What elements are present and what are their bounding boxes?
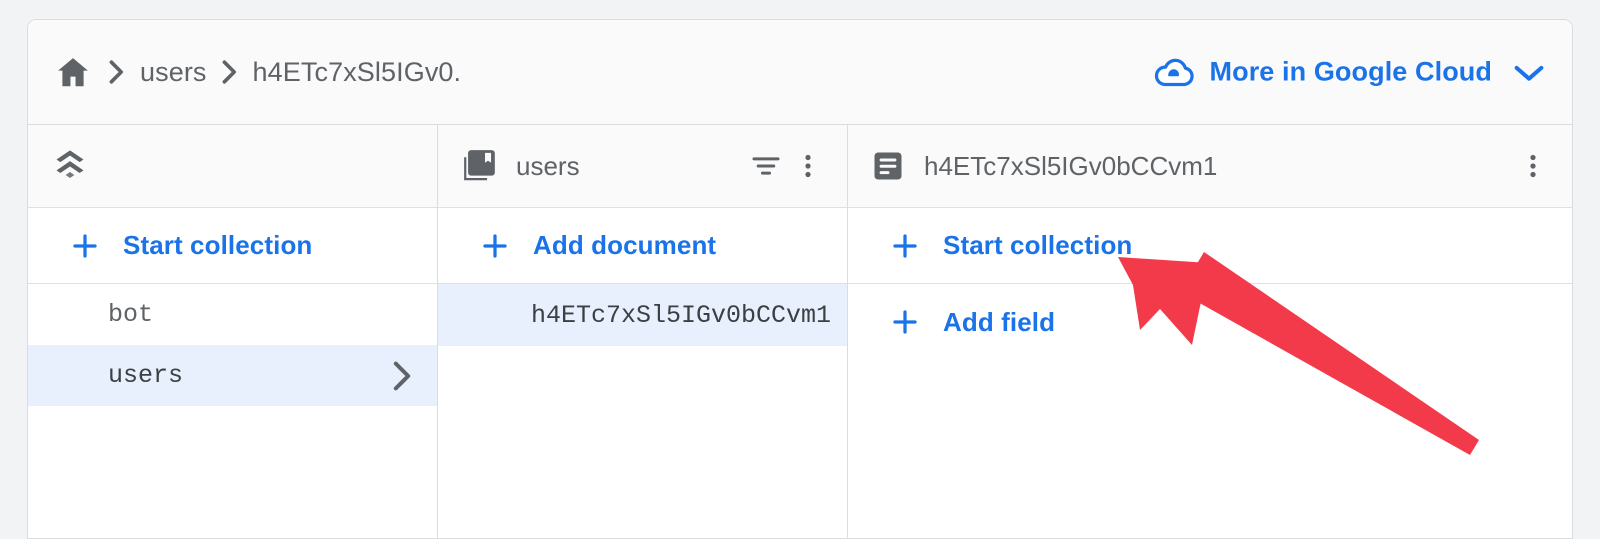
collections-bookmark-icon <box>460 147 498 185</box>
breadcrumb-item-document[interactable]: h4ETc7xSl5IGv0. <box>253 57 462 88</box>
filter-icon[interactable] <box>745 145 787 187</box>
document-icon <box>870 148 906 184</box>
start-collection-label: Start collection <box>123 230 313 260</box>
screenshot-stage: users h4ETc7xSl5IGv0. More in Google Clo… <box>0 0 1600 539</box>
more-in-google-cloud-label: More in Google Cloud <box>1209 56 1492 87</box>
cloud-icon <box>1154 57 1196 87</box>
breadcrumb-separator-1 <box>94 58 140 86</box>
plus-icon <box>890 307 920 337</box>
chevron-right-icon <box>389 359 415 393</box>
collection-column-header: users <box>438 125 847 208</box>
start-collection-button-root[interactable]: Start collection <box>28 208 437 284</box>
data-columns: Start collection bot users users Add doc… <box>28 125 1572 538</box>
list-item-document[interactable]: h4ETc7xSl5IGv0bCCvm1 <box>438 284 847 346</box>
chevron-down-icon[interactable] <box>1512 61 1546 83</box>
plus-icon <box>890 231 920 261</box>
plus-icon <box>70 231 100 261</box>
breadcrumb-bar: users h4ETc7xSl5IGv0. More in Google Clo… <box>28 20 1572 125</box>
collection-name: bot <box>108 300 154 329</box>
more-vert-icon-document[interactable] <box>1512 145 1554 187</box>
firestore-data-panel: users h4ETc7xSl5IGv0. More in Google Clo… <box>27 19 1573 539</box>
add-field-button[interactable]: Add field <box>848 284 1572 360</box>
add-document-button[interactable]: Add document <box>438 208 847 284</box>
firestore-database-icon <box>50 146 90 186</box>
breadcrumb: users h4ETc7xSl5IGv0. <box>52 51 461 93</box>
breadcrumb-item-users[interactable]: users <box>140 57 207 88</box>
more-vert-icon-collection[interactable] <box>787 145 829 187</box>
plus-icon <box>480 231 510 261</box>
start-collection-label: Start collection <box>943 230 1133 260</box>
list-item-bot[interactable]: bot <box>28 284 437 345</box>
document-column-header: h4ETc7xSl5IGv0bCCvm1 <box>848 125 1572 208</box>
collection-column-title: users <box>516 150 580 181</box>
column-database-root: Start collection bot users <box>28 125 438 538</box>
list-item-users[interactable]: users <box>28 345 437 406</box>
column-document: h4ETc7xSl5IGv0bCCvm1 Start collection Ad… <box>848 125 1572 538</box>
database-column-header <box>28 125 437 208</box>
add-document-label: Add document <box>533 230 717 260</box>
add-field-label: Add field <box>943 306 1056 337</box>
document-column-title: h4ETc7xSl5IGv0bCCvm1 <box>924 150 1218 181</box>
breadcrumb-separator-2 <box>207 58 253 86</box>
column-collection: users Add document h4ETc7xSl5IGv0bCCvm1 <box>438 125 848 538</box>
more-in-google-cloud-button[interactable]: More in Google Cloud <box>1154 57 1546 88</box>
home-icon[interactable] <box>52 51 94 93</box>
document-id: h4ETc7xSl5IGv0bCCvm1 <box>530 300 831 330</box>
start-collection-button-document[interactable]: Start collection <box>848 208 1572 284</box>
collection-name: users <box>108 361 184 390</box>
